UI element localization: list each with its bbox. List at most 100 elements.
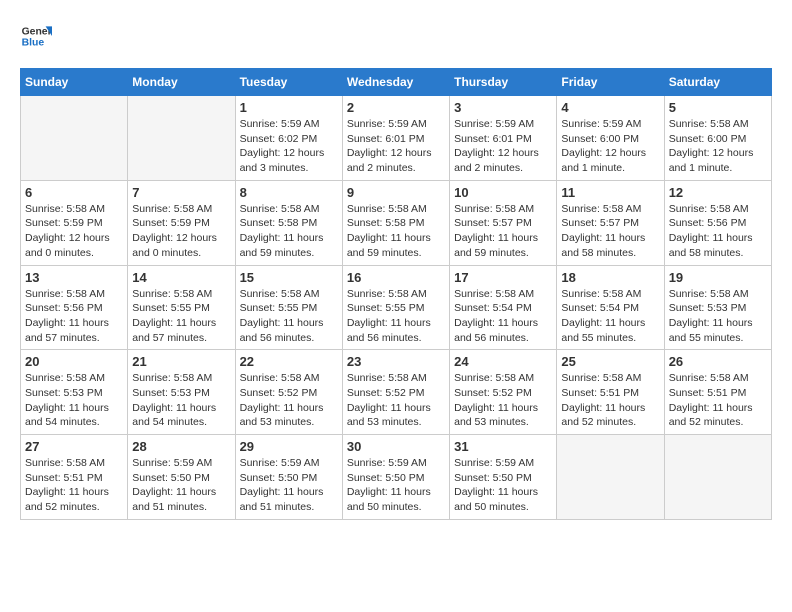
calendar-cell: 10 Sunrise: 5:58 AMSunset: 5:57 PMDayligh… <box>450 180 557 265</box>
day-info: Sunrise: 5:59 AMSunset: 6:01 PMDaylight:… <box>347 117 445 176</box>
day-number: 25 <box>561 354 659 369</box>
day-info: Sunrise: 5:58 AMSunset: 5:59 PMDaylight:… <box>132 202 230 261</box>
day-info: Sunrise: 5:58 AMSunset: 5:53 PMDaylight:… <box>669 287 767 346</box>
day-info: Sunrise: 5:58 AMSunset: 5:59 PMDaylight:… <box>25 202 123 261</box>
calendar-cell: 8 Sunrise: 5:58 AMSunset: 5:58 PMDaylight… <box>235 180 342 265</box>
calendar-week-4: 20 Sunrise: 5:58 AMSunset: 5:53 PMDayligh… <box>21 350 772 435</box>
calendar-cell: 27Sunrise: 5:58 AMSunset: 5:51 PMDayligh… <box>21 435 128 520</box>
weekday-header-tuesday: Tuesday <box>235 69 342 96</box>
day-number: 5 <box>669 100 767 115</box>
weekday-header-monday: Monday <box>128 69 235 96</box>
calendar-cell: 3Sunrise: 5:59 AMSunset: 6:01 PMDaylight… <box>450 96 557 181</box>
day-number: 24 <box>454 354 552 369</box>
day-number: 30 <box>347 439 445 454</box>
calendar-cell: 31 Sunrise: 5:59 AMSunset: 5:50 PMDayligh… <box>450 435 557 520</box>
day-info: Sunrise: 5:59 AMSunset: 6:02 PMDaylight:… <box>240 117 338 176</box>
day-number: 15 <box>240 270 338 285</box>
calendar-cell: 20 Sunrise: 5:58 AMSunset: 5:53 PMDayligh… <box>21 350 128 435</box>
day-info: Sunrise: 5:58 AMSunset: 5:58 PMDaylight:… <box>240 202 338 261</box>
day-number: 19 <box>669 270 767 285</box>
day-number: 4 <box>561 100 659 115</box>
day-number: 18 <box>561 270 659 285</box>
calendar-cell: 22 Sunrise: 5:58 AMSunset: 5:52 PMDayligh… <box>235 350 342 435</box>
day-number: 1 <box>240 100 338 115</box>
calendar-cell: 5 Sunrise: 5:58 AMSunset: 6:00 PMDaylight… <box>664 96 771 181</box>
day-number: 13 <box>25 270 123 285</box>
calendar-header-row: SundayMondayTuesdayWednesdayThursdayFrid… <box>21 69 772 96</box>
day-info: Sunrise: 5:58 AMSunset: 5:57 PMDaylight:… <box>561 202 659 261</box>
calendar-cell: 9 Sunrise: 5:58 AMSunset: 5:58 PMDaylight… <box>342 180 449 265</box>
calendar-cell: 14 Sunrise: 5:58 AMSunset: 5:55 PMDayligh… <box>128 265 235 350</box>
calendar-cell <box>21 96 128 181</box>
day-info: Sunrise: 5:59 AMSunset: 5:50 PMDaylight:… <box>132 456 230 515</box>
day-info: Sunrise: 5:58 AMSunset: 5:55 PMDaylight:… <box>132 287 230 346</box>
calendar-cell <box>128 96 235 181</box>
calendar-cell: 25Sunrise: 5:58 AMSunset: 5:51 PMDayligh… <box>557 350 664 435</box>
calendar-cell: 29 Sunrise: 5:59 AMSunset: 5:50 PMDayligh… <box>235 435 342 520</box>
day-info: Sunrise: 5:58 AMSunset: 5:52 PMDaylight:… <box>240 371 338 430</box>
weekday-header-friday: Friday <box>557 69 664 96</box>
calendar-cell <box>557 435 664 520</box>
day-info: Sunrise: 5:58 AMSunset: 5:56 PMDaylight:… <box>25 287 123 346</box>
day-info: Sunrise: 5:58 AMSunset: 5:53 PMDaylight:… <box>25 371 123 430</box>
day-number: 23 <box>347 354 445 369</box>
svg-text:Blue: Blue <box>22 38 45 49</box>
day-info: Sunrise: 5:58 AMSunset: 5:51 PMDaylight:… <box>25 456 123 515</box>
day-number: 16 <box>347 270 445 285</box>
day-number: 7 <box>132 185 230 200</box>
day-info: Sunrise: 5:58 AMSunset: 6:00 PMDaylight:… <box>669 117 767 176</box>
logo-icon: General Blue <box>20 20 52 52</box>
day-info: Sunrise: 5:58 AMSunset: 5:58 PMDaylight:… <box>347 202 445 261</box>
calendar-cell <box>664 435 771 520</box>
day-number: 10 <box>454 185 552 200</box>
day-number: 29 <box>240 439 338 454</box>
calendar-cell: 17Sunrise: 5:58 AMSunset: 5:54 PMDayligh… <box>450 265 557 350</box>
weekday-header-saturday: Saturday <box>664 69 771 96</box>
weekday-header-thursday: Thursday <box>450 69 557 96</box>
calendar-cell: 26Sunrise: 5:58 AMSunset: 5:51 PMDayligh… <box>664 350 771 435</box>
day-info: Sunrise: 5:58 AMSunset: 5:56 PMDaylight:… <box>669 202 767 261</box>
calendar-cell: 28 Sunrise: 5:59 AMSunset: 5:50 PMDayligh… <box>128 435 235 520</box>
calendar-cell: 23 Sunrise: 5:58 AMSunset: 5:52 PMDayligh… <box>342 350 449 435</box>
calendar-table: SundayMondayTuesdayWednesdayThursdayFrid… <box>20 68 772 520</box>
day-number: 11 <box>561 185 659 200</box>
day-number: 22 <box>240 354 338 369</box>
logo: General Blue <box>20 20 52 52</box>
calendar-cell: 2 Sunrise: 5:59 AMSunset: 6:01 PMDaylight… <box>342 96 449 181</box>
day-number: 12 <box>669 185 767 200</box>
day-number: 21 <box>132 354 230 369</box>
day-info: Sunrise: 5:59 AMSunset: 5:50 PMDaylight:… <box>454 456 552 515</box>
day-number: 31 <box>454 439 552 454</box>
day-info: Sunrise: 5:58 AMSunset: 5:54 PMDaylight:… <box>561 287 659 346</box>
calendar-cell: 7 Sunrise: 5:58 AMSunset: 5:59 PMDaylight… <box>128 180 235 265</box>
calendar-cell: 18 Sunrise: 5:58 AMSunset: 5:54 PMDayligh… <box>557 265 664 350</box>
day-info: Sunrise: 5:59 AMSunset: 5:50 PMDaylight:… <box>240 456 338 515</box>
day-info: Sunrise: 5:58 AMSunset: 5:53 PMDaylight:… <box>132 371 230 430</box>
calendar-week-5: 27Sunrise: 5:58 AMSunset: 5:51 PMDayligh… <box>21 435 772 520</box>
day-number: 9 <box>347 185 445 200</box>
calendar-cell: 16Sunrise: 5:58 AMSunset: 5:55 PMDayligh… <box>342 265 449 350</box>
calendar-week-2: 6 Sunrise: 5:58 AMSunset: 5:59 PMDaylight… <box>21 180 772 265</box>
calendar-cell: 15Sunrise: 5:58 AMSunset: 5:55 PMDayligh… <box>235 265 342 350</box>
day-number: 6 <box>25 185 123 200</box>
day-info: Sunrise: 5:58 AMSunset: 5:52 PMDaylight:… <box>454 371 552 430</box>
day-number: 8 <box>240 185 338 200</box>
calendar-cell: 30Sunrise: 5:59 AMSunset: 5:50 PMDayligh… <box>342 435 449 520</box>
day-number: 26 <box>669 354 767 369</box>
day-number: 2 <box>347 100 445 115</box>
day-info: Sunrise: 5:58 AMSunset: 5:52 PMDaylight:… <box>347 371 445 430</box>
day-number: 14 <box>132 270 230 285</box>
day-number: 28 <box>132 439 230 454</box>
day-info: Sunrise: 5:58 AMSunset: 5:54 PMDaylight:… <box>454 287 552 346</box>
weekday-header-wednesday: Wednesday <box>342 69 449 96</box>
day-info: Sunrise: 5:59 AMSunset: 6:00 PMDaylight:… <box>561 117 659 176</box>
calendar-week-3: 13 Sunrise: 5:58 AMSunset: 5:56 PMDayligh… <box>21 265 772 350</box>
calendar-cell: 6 Sunrise: 5:58 AMSunset: 5:59 PMDaylight… <box>21 180 128 265</box>
page-header: General Blue <box>20 20 772 52</box>
day-info: Sunrise: 5:58 AMSunset: 5:57 PMDaylight:… <box>454 202 552 261</box>
weekday-header-sunday: Sunday <box>21 69 128 96</box>
calendar-cell: 24 Sunrise: 5:58 AMSunset: 5:52 PMDayligh… <box>450 350 557 435</box>
day-number: 20 <box>25 354 123 369</box>
calendar-cell: 19 Sunrise: 5:58 AMSunset: 5:53 PMDayligh… <box>664 265 771 350</box>
calendar-cell: 12 Sunrise: 5:58 AMSunset: 5:56 PMDayligh… <box>664 180 771 265</box>
